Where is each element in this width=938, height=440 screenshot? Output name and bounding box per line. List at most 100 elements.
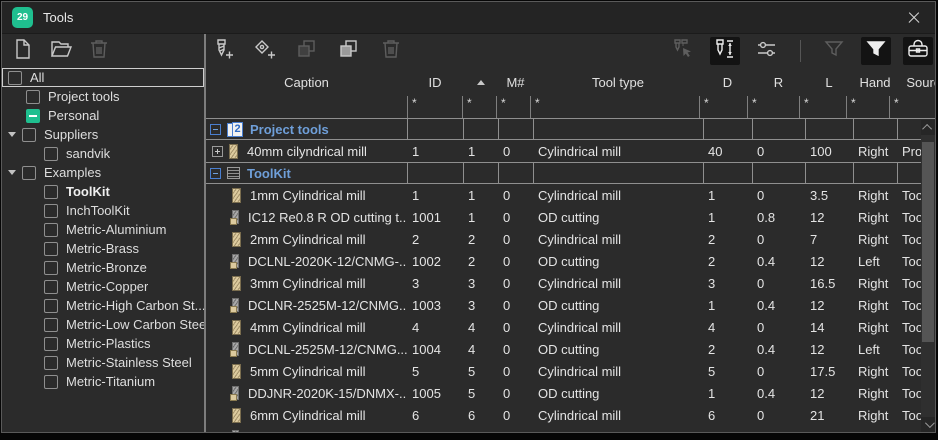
sidebar-item-metric-brass[interactable]: Metric-Brass bbox=[2, 239, 204, 258]
checkbox-icon[interactable] bbox=[8, 71, 22, 85]
scroll-down-button[interactable] bbox=[921, 417, 935, 432]
scroll-up-button[interactable] bbox=[921, 120, 935, 135]
filter-cell-r[interactable]: * bbox=[747, 96, 799, 118]
checkbox-partial-icon[interactable] bbox=[26, 109, 40, 123]
add-milling-tool-button[interactable] bbox=[208, 37, 238, 65]
filter-cell-tool_type[interactable]: * bbox=[530, 96, 699, 118]
sidebar-item-metric-stainless-steel[interactable]: Metric-Stainless Steel bbox=[2, 353, 204, 372]
cell-id: 1001 bbox=[407, 206, 463, 228]
cell-m: 0 bbox=[498, 250, 533, 272]
checkbox-icon[interactable] bbox=[44, 337, 58, 351]
filter-button[interactable] bbox=[861, 37, 891, 65]
add-turning-tool-button[interactable] bbox=[250, 37, 280, 65]
cell-no: 3 bbox=[463, 294, 498, 316]
cell-caption: IC12 Re0.8 R OD cutting t... bbox=[206, 206, 407, 228]
filter-cell-m[interactable]: * bbox=[496, 96, 530, 118]
column-header-hand[interactable]: Hand bbox=[853, 68, 897, 96]
paste-tool-button[interactable] bbox=[334, 37, 364, 65]
filter-cell-id[interactable]: * bbox=[407, 96, 462, 118]
collapse-icon[interactable] bbox=[210, 124, 221, 135]
column-header-d[interactable]: D bbox=[703, 68, 752, 96]
new-library-button[interactable] bbox=[8, 37, 38, 65]
tool-row[interactable]: 40mm cilyndrical mill110Cylindrical mill… bbox=[206, 140, 935, 162]
tool-store-button[interactable] bbox=[903, 37, 933, 65]
column-header-caption[interactable]: Caption bbox=[206, 68, 407, 96]
sidebar-item-metric-low-carbon-steel[interactable]: Metric-Low Carbon Steel bbox=[2, 315, 204, 334]
chevron-up-icon bbox=[922, 124, 932, 134]
checkbox-icon[interactable] bbox=[44, 223, 58, 237]
column-header-tool_type[interactable]: Tool type bbox=[533, 68, 703, 96]
filter-cell-d[interactable]: * bbox=[699, 96, 747, 118]
expand-icon[interactable] bbox=[212, 146, 223, 157]
sidebar-item-examples[interactable]: Examples bbox=[2, 163, 204, 182]
column-header-id[interactable]: ID bbox=[407, 68, 463, 96]
view-options-button[interactable] bbox=[752, 37, 782, 65]
sidebar-item-metric-aluminium[interactable]: Metric-Aluminium bbox=[2, 220, 204, 239]
checkbox-icon[interactable] bbox=[44, 318, 58, 332]
checkbox-icon[interactable] bbox=[44, 185, 58, 199]
group-row[interactable]: Project tools bbox=[206, 118, 935, 140]
group-row[interactable]: ToolKit bbox=[206, 162, 935, 184]
tool-row[interactable]: 5mm Cylindrical mill550Cylindrical mill5… bbox=[206, 360, 935, 382]
checkbox-icon[interactable] bbox=[44, 356, 58, 370]
tool-row[interactable]: 4mm Cylindrical mill440Cylindrical mill4… bbox=[206, 316, 935, 338]
checkbox-icon[interactable] bbox=[26, 90, 40, 104]
sidebar-item-sandvik[interactable]: sandvik bbox=[2, 144, 204, 163]
cell-id: 3 bbox=[407, 272, 463, 294]
checkbox-icon[interactable] bbox=[44, 261, 58, 275]
tool-row[interactable]: DCLNL-2020K-12/CNMG-...100220OD cutting2… bbox=[206, 250, 935, 272]
column-header-m[interactable]: M# bbox=[498, 68, 533, 96]
sidebar-item-all[interactable]: All bbox=[2, 68, 204, 87]
sidebar-item-metric-copper[interactable]: Metric-Copper bbox=[2, 277, 204, 296]
tool-row[interactable]: 1mm Cylindrical mill110Cylindrical mill1… bbox=[206, 184, 935, 206]
scrollbar-thumb[interactable] bbox=[922, 142, 934, 342]
tool-row[interactable]: DCLNR-2525M-12/CNMG...100330OD cutting10… bbox=[206, 294, 935, 316]
column-header-r[interactable]: R bbox=[752, 68, 805, 96]
tool-row[interactable]: DCLNL-2525M-12/CNMG...100440OD cutting20… bbox=[206, 338, 935, 360]
checkbox-icon[interactable] bbox=[44, 375, 58, 389]
filter-cell-no[interactable]: * bbox=[462, 96, 496, 118]
sidebar-item-metric-plastics[interactable]: Metric-Plastics bbox=[2, 334, 204, 353]
filter-cell-l[interactable]: * bbox=[799, 96, 846, 118]
checkbox-icon[interactable] bbox=[44, 280, 58, 294]
sidebar-item-metric-high-carbon-st-[interactable]: Metric-High Carbon St... bbox=[2, 296, 204, 315]
tool-row[interactable]: 3mm Cylindrical mill330Cylindrical mill3… bbox=[206, 272, 935, 294]
column-header-l[interactable]: L bbox=[805, 68, 853, 96]
cell-d: 3 bbox=[703, 272, 752, 294]
sidebar-item-personal[interactable]: Personal bbox=[2, 106, 204, 125]
sidebar-item-toolkit[interactable]: ToolKit bbox=[2, 182, 204, 201]
filter-cell-caption[interactable] bbox=[206, 96, 407, 118]
cell-r: 0 bbox=[752, 228, 805, 250]
filter-cell-hand[interactable]: * bbox=[846, 96, 889, 118]
grid-header: CaptionID M#Tool typeDRLHandSource bbox=[206, 68, 935, 96]
sidebar-item-suppliers[interactable]: Suppliers bbox=[2, 125, 204, 144]
tool-row[interactable]: 6mm Cylindrical mill660Cylindrical mill6… bbox=[206, 404, 935, 426]
sidebar-item-metric-bronze[interactable]: Metric-Bronze bbox=[2, 258, 204, 277]
pick-tool-button bbox=[668, 37, 698, 65]
chevron-down-icon[interactable] bbox=[8, 132, 16, 137]
vertical-scrollbar[interactable] bbox=[921, 120, 935, 432]
tool-row[interactable]: 2mm Cylindrical mill220Cylindrical mill2… bbox=[206, 228, 935, 250]
close-button[interactable] bbox=[899, 6, 927, 30]
checkbox-icon[interactable] bbox=[22, 128, 36, 142]
sidebar-item-inchtoolkit[interactable]: InchToolKit bbox=[2, 201, 204, 220]
checkbox-icon[interactable] bbox=[44, 242, 58, 256]
tool-row[interactable]: DDJNR-2020K-15/DNMX-...100550OD cutting1… bbox=[206, 382, 935, 404]
tool-row[interactable]: IC12 Re0.8 R OD cutting t...100110OD cut… bbox=[206, 206, 935, 228]
chevron-down-icon[interactable] bbox=[8, 170, 16, 175]
sidebar-item-metric-titanium[interactable]: Metric-Titanium bbox=[2, 372, 204, 391]
checkbox-icon[interactable] bbox=[44, 147, 58, 161]
sidebar-item-project-tools[interactable]: Project tools bbox=[2, 87, 204, 106]
tool-row[interactable]: DDJNL-2020K-15/DNMX-...100660OD cutting2… bbox=[206, 426, 935, 432]
collapse-icon[interactable] bbox=[210, 168, 221, 179]
checkbox-icon[interactable] bbox=[22, 166, 36, 180]
column-header-no[interactable] bbox=[463, 68, 498, 96]
checkbox-icon[interactable] bbox=[44, 299, 58, 313]
tool-dimensions-button[interactable] bbox=[710, 37, 740, 65]
tool-caption: DCLNL-2020K-12/CNMG-... bbox=[248, 254, 407, 269]
filter-cell-source[interactable]: * bbox=[889, 96, 935, 118]
open-library-button[interactable] bbox=[46, 37, 76, 65]
cell-no: 1 bbox=[463, 206, 498, 228]
column-header-source[interactable]: Source bbox=[897, 68, 935, 96]
checkbox-icon[interactable] bbox=[44, 204, 58, 218]
